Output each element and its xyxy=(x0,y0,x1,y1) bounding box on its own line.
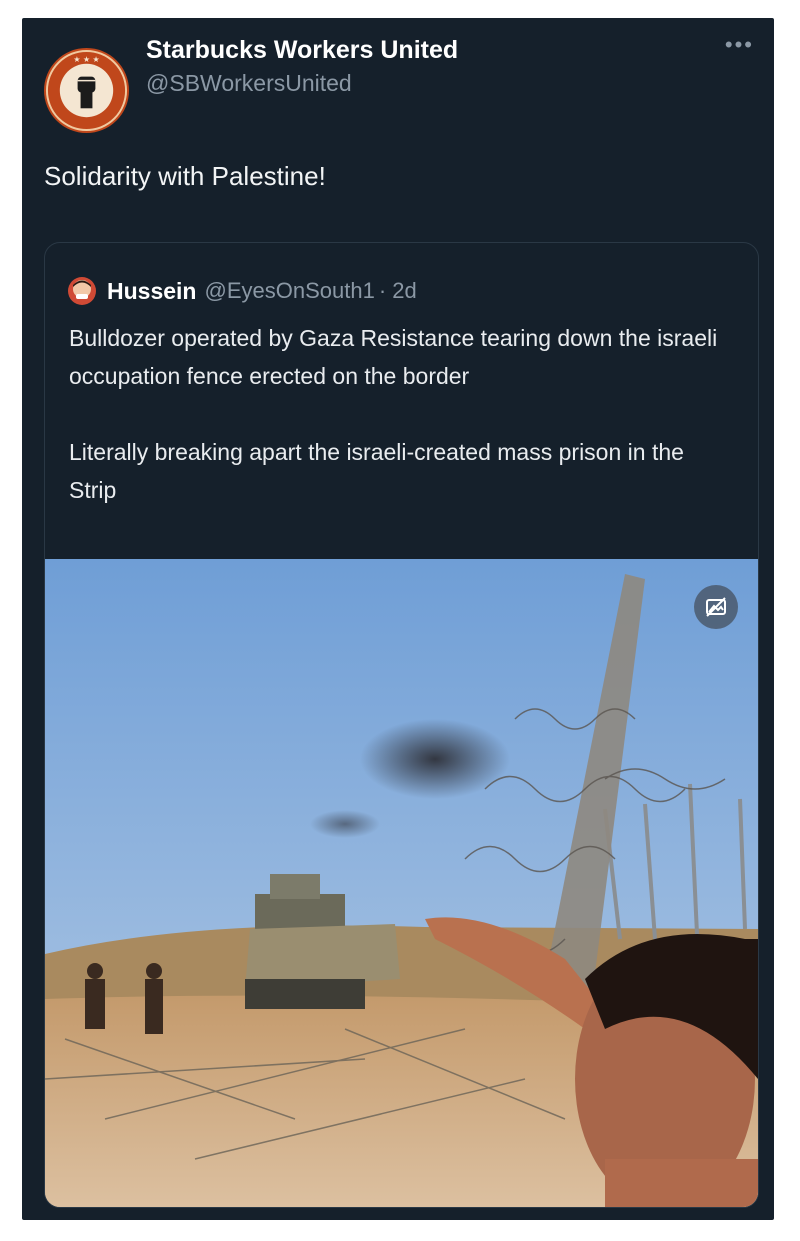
sensitive-media-icon[interactable] xyxy=(694,585,738,629)
author-handle[interactable]: @SBWorkersUnited xyxy=(146,68,458,98)
more-options-icon[interactable]: ••• xyxy=(725,32,754,58)
raised-fist-logo-icon[interactable]: ★ ★ ★ xyxy=(43,47,130,134)
quoted-author-name[interactable]: Hussein xyxy=(107,278,196,305)
quoted-tweet[interactable]: Hussein @EyesOnSouth1 · 2d Bulldozer ope… xyxy=(44,242,759,1208)
quoted-media-photo[interactable] xyxy=(45,559,758,1207)
photo-scene xyxy=(45,559,758,1207)
quoted-tweet-header: Hussein @EyesOnSouth1 · 2d xyxy=(67,276,417,306)
quoted-paragraph-2: Literally breaking apart the israeli-cre… xyxy=(69,439,684,503)
quoted-timestamp: · 2d xyxy=(378,278,417,303)
avatar-icon[interactable] xyxy=(67,276,97,306)
tweet-text: Solidarity with Palestine! xyxy=(44,161,326,191)
quoted-author-handle[interactable]: @EyesOnSouth1 xyxy=(204,278,374,304)
author-display-name[interactable]: Starbucks Workers United xyxy=(146,34,458,66)
tweet-card: ★ ★ ★ Starbucks Workers United @SBWorker… xyxy=(22,18,774,1220)
tweet-author: Starbucks Workers United @SBWorkersUnite… xyxy=(146,34,458,98)
quoted-paragraph-1: Bulldozer operated by Gaza Resistance te… xyxy=(69,325,718,389)
svg-text:★ ★ ★: ★ ★ ★ xyxy=(73,55,99,64)
quoted-tweet-text: Bulldozer operated by Gaza Resistance te… xyxy=(69,319,729,509)
